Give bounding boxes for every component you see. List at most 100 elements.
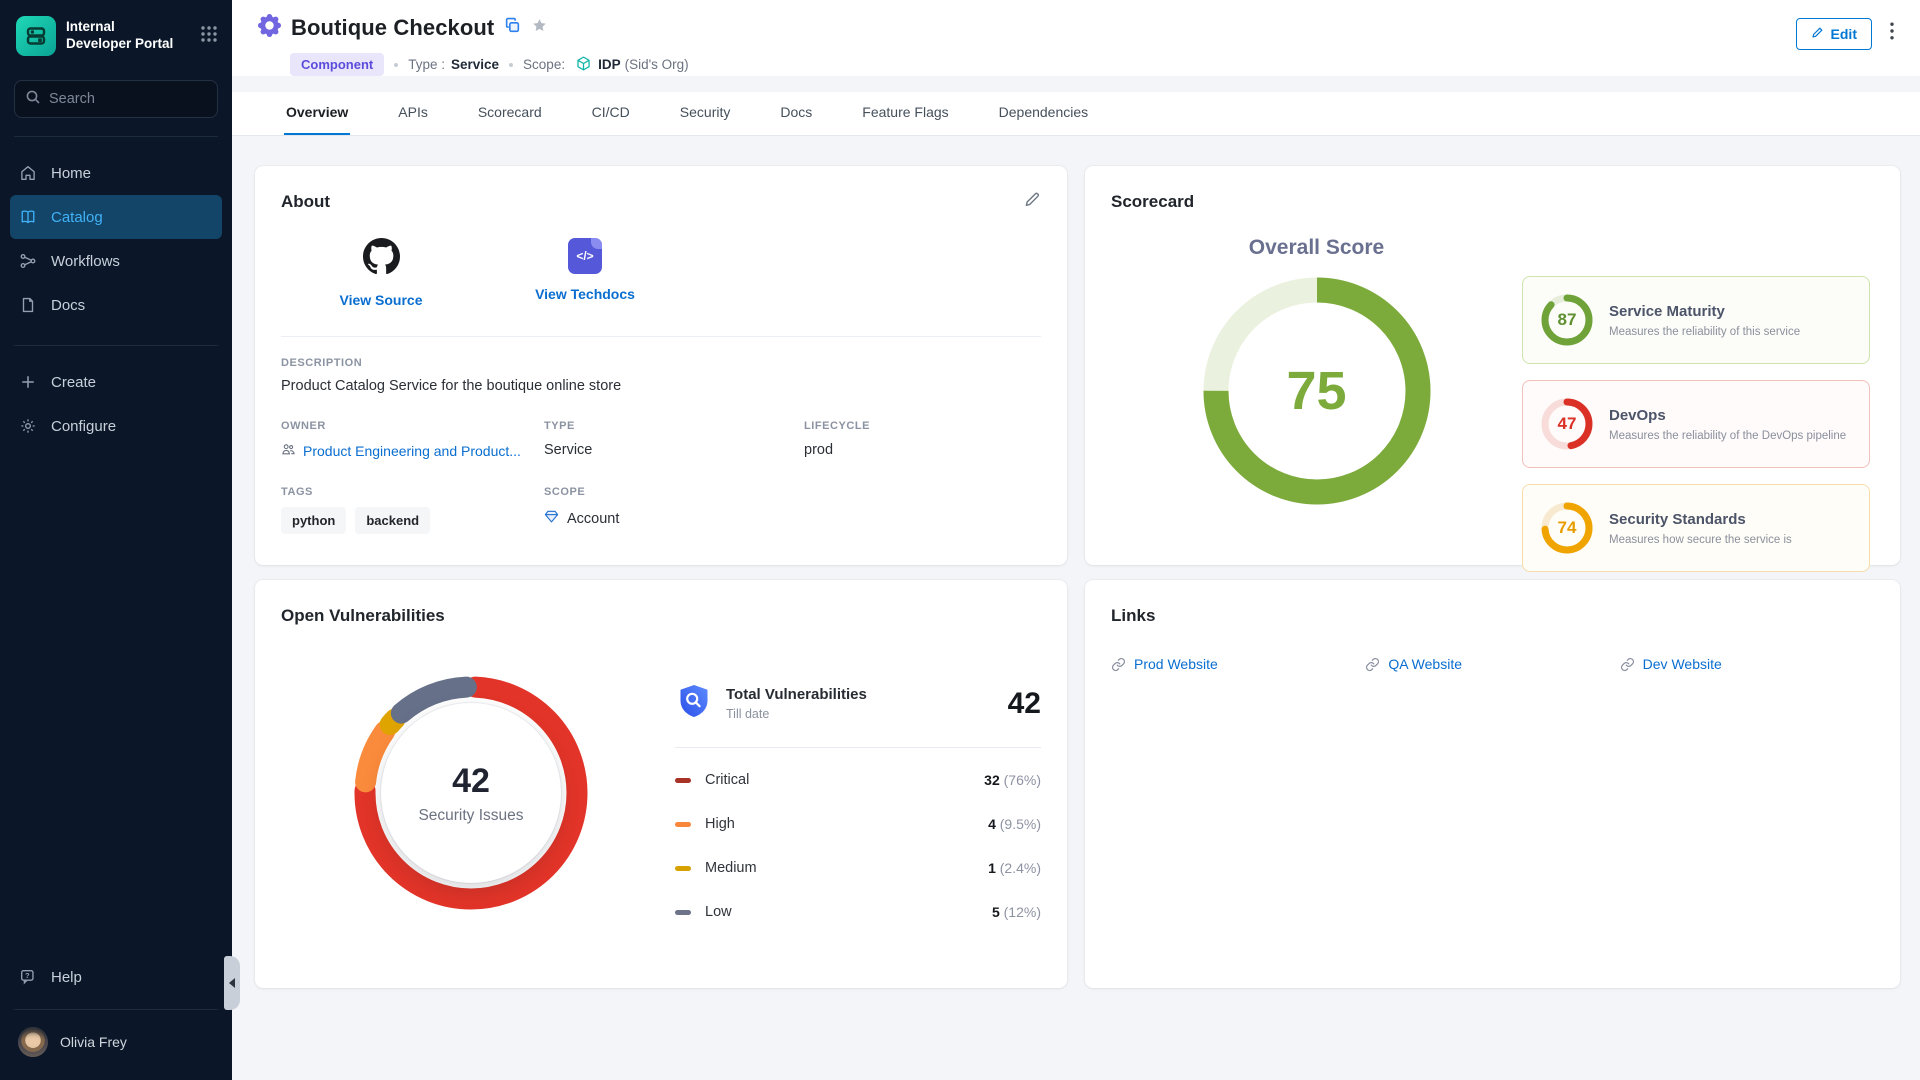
sidebar-search[interactable] <box>14 80 218 118</box>
sidebar-item-create[interactable]: Create <box>10 360 222 404</box>
search-icon <box>25 89 41 110</box>
overview-content: About View Source </> View Techdocs <box>232 136 1920 1080</box>
tag-chip[interactable]: backend <box>355 507 430 534</box>
links-list: Prod Website QA Website Dev Website <box>1111 656 1874 672</box>
about-title: About <box>281 192 1041 212</box>
home-icon <box>18 163 38 183</box>
tab-apis[interactable]: APIs <box>396 92 430 135</box>
vulnerability-row-high: High 4 (9.5%) <box>675 802 1041 846</box>
total-vulnerabilities-value: 42 <box>1008 687 1041 721</box>
sidebar-item-workflows[interactable]: Workflows <box>10 239 222 283</box>
owner-link[interactable]: Product Engineering and Product... <box>281 442 544 460</box>
security-issues-count: 42 <box>452 762 490 801</box>
search-input[interactable] <box>49 91 199 107</box>
sidebar-item-docs[interactable]: Docs <box>10 283 222 327</box>
sidebar-collapse-handle[interactable] <box>224 956 240 1010</box>
user-menu[interactable]: Olivia Frey <box>10 1018 222 1066</box>
sidebar-actions: Create Configure <box>0 360 232 448</box>
prod-website-link[interactable]: Prod Website <box>1111 656 1365 672</box>
sidebar-divider <box>14 345 218 346</box>
account-icon <box>544 509 559 528</box>
team-icon <box>281 442 296 460</box>
edit-button[interactable]: Edit <box>1796 18 1872 50</box>
scorecard-item-devops[interactable]: 47 DevOps Measures the reliability of th… <box>1522 380 1870 468</box>
tab-overview[interactable]: Overview <box>284 92 350 135</box>
header-actions: Edit <box>1796 14 1896 76</box>
sidebar-nav: Home Catalog Workflows Docs <box>0 151 232 327</box>
edit-about-icon[interactable] <box>1023 190 1041 213</box>
low-dash-icon <box>675 910 691 915</box>
scope-org: (Sid's Org) <box>625 57 689 72</box>
favorite-star-icon[interactable] <box>531 17 548 39</box>
lifecycle-field: LIFECYCLE prod <box>804 420 1041 460</box>
tab-dependencies[interactable]: Dependencies <box>997 92 1091 135</box>
page-header: Boutique Checkout Component Type : Servi… <box>232 0 1920 76</box>
type-field: TYPE Service <box>544 420 804 460</box>
view-techdocs-link[interactable]: </> View Techdocs <box>525 238 645 308</box>
app-window: Internal Developer Portal <box>0 0 1920 1080</box>
vulnerabilities-donut-block: 42 Security Issues <box>281 626 661 934</box>
dev-website-link[interactable]: Dev Website <box>1620 656 1874 672</box>
scope-label: Scope: <box>523 57 565 72</box>
vulnerabilities-title: Open Vulnerabilities <box>281 606 1041 626</box>
owner-field: OWNER Product Engineering and Product... <box>281 420 544 460</box>
vulnerability-row-low: Low 5 (12%) <box>675 890 1041 934</box>
tab-feature-flags[interactable]: Feature Flags <box>860 92 950 135</box>
overall-score-label: Overall Score <box>1249 236 1384 260</box>
shield-scan-icon <box>675 682 713 725</box>
security-issues-label: Security Issues <box>418 807 523 825</box>
overall-score-block: Overall Score 75 <box>1111 212 1522 572</box>
tab-docs[interactable]: Docs <box>778 92 814 135</box>
view-source-link[interactable]: View Source <box>321 238 441 308</box>
overall-score-donut: 75 <box>1202 276 1432 506</box>
tab-scorecard[interactable]: Scorecard <box>476 92 544 135</box>
tab-security[interactable]: Security <box>678 92 733 135</box>
more-options-icon[interactable] <box>1888 18 1896 49</box>
score-ring: 47 <box>1539 396 1595 452</box>
component-gear-icon <box>258 14 281 42</box>
scorecard-items: 87 Service Maturity Measures the reliabi… <box>1522 276 1870 572</box>
scorecard-card: Scorecard Overall Score 75 <box>1085 166 1900 565</box>
sidebar-item-configure[interactable]: Configure <box>10 404 222 448</box>
total-vulnerabilities-subtitle: Till date <box>726 707 867 721</box>
sidebar-item-home[interactable]: Home <box>10 151 222 195</box>
avatar <box>18 1027 48 1057</box>
github-icon <box>363 238 400 280</box>
brand: Internal Developer Portal <box>0 0 232 66</box>
scorecard-item-security-standards[interactable]: 74 Security Standards Measures how secur… <box>1522 484 1870 572</box>
collapse-arrow-icon <box>229 978 235 988</box>
description-block: DESCRIPTION Product Catalog Service for … <box>281 357 1041 394</box>
tag-chip[interactable]: python <box>281 507 346 534</box>
scope-name: IDP <box>598 57 621 72</box>
sidebar-item-label: Help <box>51 969 82 986</box>
sidebar-item-label: Configure <box>51 418 116 435</box>
pencil-icon <box>1811 26 1824 42</box>
divider <box>281 336 1041 337</box>
main-area: Boutique Checkout Component Type : Servi… <box>232 0 1920 1080</box>
description-value: Product Catalog Service for the boutique… <box>281 378 1041 394</box>
copy-icon[interactable] <box>504 17 521 39</box>
critical-dash-icon <box>675 778 691 783</box>
divider <box>675 747 1041 748</box>
links-card: Links Prod Website QA Website Dev Websit… <box>1085 580 1900 988</box>
description-label: DESCRIPTION <box>281 357 1041 369</box>
sidebar-item-catalog[interactable]: Catalog <box>10 195 222 239</box>
qa-website-link[interactable]: QA Website <box>1365 656 1619 672</box>
tab-cicd[interactable]: CI/CD <box>590 92 632 135</box>
about-card: About View Source </> View Techdocs <box>255 166 1067 565</box>
apps-grid-icon[interactable] <box>200 25 218 48</box>
scorecard-item-service-maturity[interactable]: 87 Service Maturity Measures the reliabi… <box>1522 276 1870 364</box>
svg-text:?: ? <box>25 971 30 980</box>
type-value: Service <box>451 57 499 72</box>
vulnerabilities-card: Open Vulnerabilities <box>255 580 1067 988</box>
link-icon <box>1111 657 1126 672</box>
help-icon: ? <box>18 967 38 987</box>
separator-dot <box>509 63 513 67</box>
tab-bar: Overview APIs Scorecard CI/CD Security D… <box>232 92 1920 136</box>
sidebar-divider <box>14 1009 218 1010</box>
sidebar-item-help[interactable]: ? Help <box>10 955 222 999</box>
docs-icon <box>18 295 38 315</box>
medium-dash-icon <box>675 866 691 871</box>
score-ring: 74 <box>1539 500 1595 556</box>
kind-badge: Component <box>290 53 384 76</box>
